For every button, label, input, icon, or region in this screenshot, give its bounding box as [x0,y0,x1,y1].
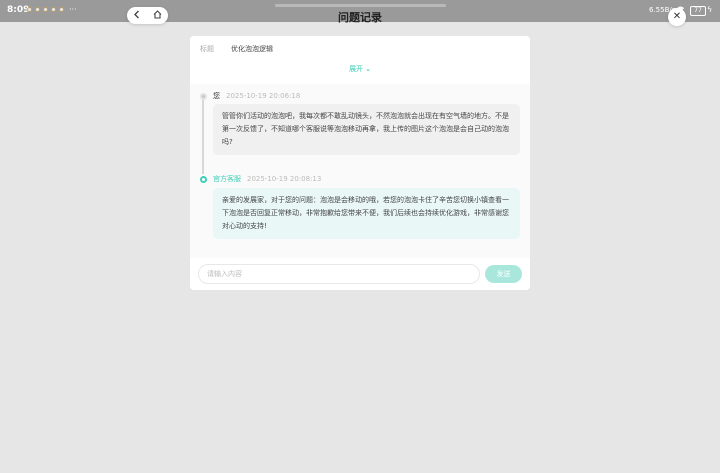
send-button[interactable]: 发送 [485,265,522,283]
page-title: 问题记录 [338,11,382,24]
message-time: 2025-10-19 20:06:18 [226,92,301,100]
expand-label: 展开 [349,65,364,73]
message-author: 官方客服 [213,175,241,183]
timeline-line [202,94,204,174]
chevron-down-icon: ⌄ [365,65,371,73]
expand-button[interactable]: 展开 ⌄ [190,64,530,74]
ticket-header: 标题 优化泡泡逻辑 展开 ⌄ [190,36,530,84]
close-icon[interactable]: ✕ [668,8,686,26]
message-bubble: 管管你们活动的泡泡吧，我每次都不敢乱动镜头，不然泡泡就会出现在有空气墙的地方。不… [213,104,520,155]
ticket-card: 标题 优化泡泡逻辑 展开 ⌄ 您 2025-10-19 20:06:18 管管你们… [190,36,530,290]
drag-handle[interactable] [275,4,446,7]
message-input[interactable] [198,264,480,284]
subject-label: 标题 [200,45,214,53]
timeline-dot [200,92,207,100]
message-time: 2025-10-19 20:08:13 [247,175,322,183]
subject-value: 优化泡泡逻辑 [231,45,273,53]
message-header: 官方客服 2025-10-19 20:08:13 [200,174,321,184]
message-author: 您 [213,92,220,100]
timeline-dot [200,175,207,183]
message-header: 您 2025-10-19 20:06:18 [200,91,300,101]
composer: 发送 [190,258,530,290]
message-bubble: 亲爱的发展家，对于您的问题：泡泡是会移动的哦，若您的泡泡卡住了辛苦您切换小镇查看… [213,188,520,239]
